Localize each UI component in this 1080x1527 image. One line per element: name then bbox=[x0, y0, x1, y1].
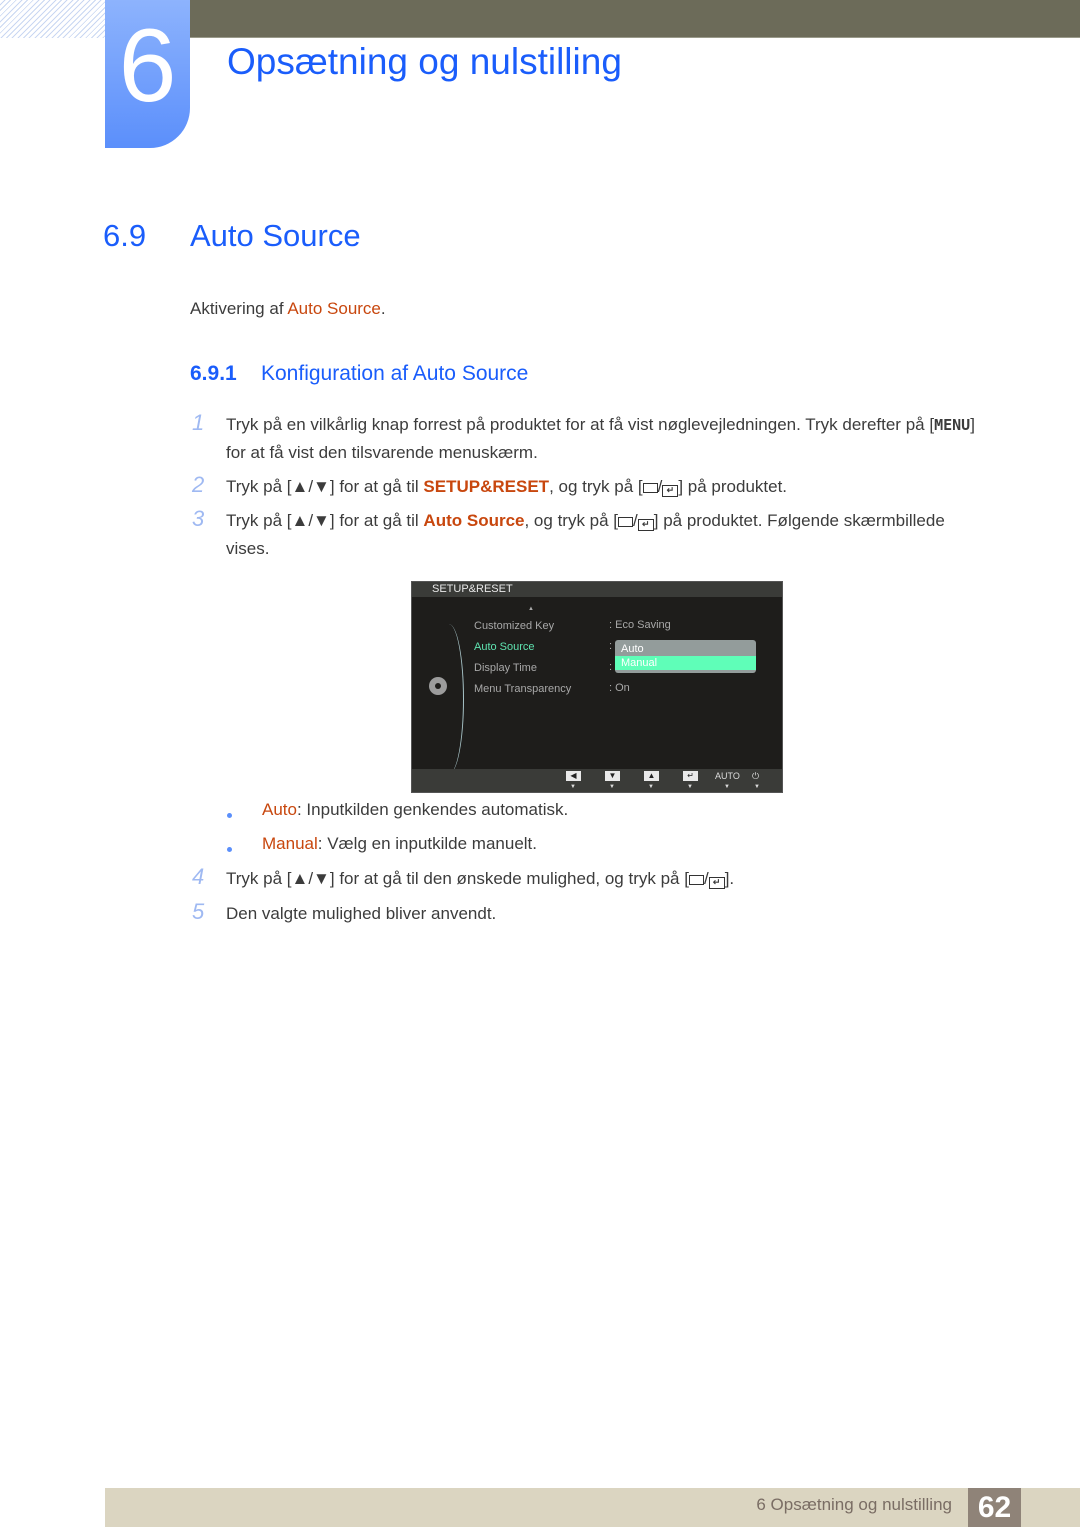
osd-item: Customized Key bbox=[474, 620, 555, 632]
bullet-item: Auto: Inputkilden genkendes automatisk. bbox=[262, 800, 568, 820]
gear-icon bbox=[429, 677, 447, 695]
chapter-title: Opsætning og nulstilling bbox=[227, 41, 622, 82]
step-text: Den valgte mulighed bliver anvendt. bbox=[226, 904, 497, 923]
left-button-icon: ◀ bbox=[566, 771, 581, 781]
step-2-mid: , og tryk på [ bbox=[549, 477, 643, 496]
step-text: Tryk på [▲/▼] for at gå til den ønskede … bbox=[226, 869, 735, 889]
section-title: Auto Source bbox=[190, 218, 361, 253]
step-3-mid: , og tryk på [ bbox=[524, 511, 619, 530]
osd-item-active: Auto Source bbox=[474, 641, 535, 653]
step-highlight: Auto Source bbox=[423, 511, 525, 530]
step-number: 5 bbox=[192, 899, 205, 924]
step-1-text: Tryk på en vilkårlig knap forrest på pro… bbox=[226, 415, 935, 434]
up-button-icon: ▲ bbox=[644, 771, 659, 781]
header-bar bbox=[190, 0, 1080, 38]
step-4-post: ]. bbox=[724, 869, 735, 888]
osd-arc bbox=[434, 624, 464, 774]
step-highlight: SETUP&RESET bbox=[423, 477, 550, 496]
intro-highlight: Auto Source bbox=[287, 299, 381, 318]
osd-option-manual: Manual bbox=[615, 656, 756, 670]
bullet-term: Manual bbox=[262, 834, 318, 853]
bracket: ] bbox=[970, 415, 975, 434]
bullet-icon bbox=[227, 847, 232, 852]
osd-scroll-up-icon: ▲ bbox=[528, 606, 534, 612]
step-4-text: Tryk på [▲/▼] for at gå til den ønskede … bbox=[226, 869, 689, 888]
intro-suffix: . bbox=[380, 299, 386, 318]
osd-value: : bbox=[609, 661, 613, 673]
step-number: 2 bbox=[192, 472, 205, 497]
step-number: 3 bbox=[192, 506, 205, 531]
auto-button-label: AUTO bbox=[715, 771, 740, 781]
down-button-icon: ▼ bbox=[605, 771, 620, 781]
subsection-number: 6.9.1 bbox=[190, 362, 237, 385]
chapter-number: 6 bbox=[118, 8, 177, 124]
bullet-desc: : Inputkilden genkendes automatisk. bbox=[296, 800, 569, 819]
intro-text: Aktivering af bbox=[190, 299, 288, 318]
source-icon bbox=[618, 517, 634, 527]
pointer-icon: ▼ bbox=[609, 784, 615, 790]
step-2-text: Tryk på [▲/▼] for at gå til bbox=[226, 477, 424, 496]
osd-item: Menu Transparency bbox=[474, 683, 572, 695]
osd-item: Display Time bbox=[474, 662, 537, 674]
osd-value: : Eco Saving bbox=[609, 619, 671, 631]
osd-value: : On bbox=[609, 682, 630, 694]
power-icon: ⏻ bbox=[752, 771, 760, 781]
step-text: Tryk på [▲/▼] for at gå til Auto Source,… bbox=[226, 511, 945, 531]
pointer-icon: ▼ bbox=[724, 784, 730, 790]
step-text: Tryk på en vilkårlig knap forrest på pro… bbox=[226, 415, 975, 435]
osd-header: SETUP&RESET bbox=[412, 582, 782, 597]
menu-key: MENU bbox=[934, 416, 971, 434]
osd-screenshot: SETUP&RESET ▲ Customized Key Auto Source… bbox=[411, 581, 783, 793]
step-3-post: ] på produktet. Følgende skærmbillede bbox=[653, 511, 945, 530]
step-number: 4 bbox=[192, 864, 205, 889]
footer-chapter-label: 6 Opsætning og nulstilling bbox=[756, 1495, 952, 1514]
pointer-icon: ▼ bbox=[754, 784, 760, 790]
source-icon bbox=[688, 875, 704, 885]
pointer-icon: ▼ bbox=[570, 784, 576, 790]
bullet-item: Manual: Vælg en inputkilde manuelt. bbox=[262, 834, 537, 854]
step-text-cont: for at få vist den tilsvarende menuskærm… bbox=[226, 443, 538, 462]
subsection-title: Konfiguration af Auto Source bbox=[261, 362, 529, 385]
enter-button-icon: ↵ bbox=[683, 771, 698, 781]
bullet-icon bbox=[227, 813, 232, 818]
osd-option-auto: Auto bbox=[621, 643, 644, 655]
bullet-desc: : Vælg en inputkilde manuelt. bbox=[317, 834, 538, 853]
step-3-text: Tryk på [▲/▼] for at gå til bbox=[226, 511, 424, 530]
osd-value: : bbox=[609, 640, 613, 652]
source-icon bbox=[642, 483, 658, 493]
section-number: 6.9 bbox=[103, 218, 147, 253]
step-number: 1 bbox=[192, 410, 205, 435]
bullet-term: Auto bbox=[262, 800, 297, 819]
enter-icon: ↵ bbox=[637, 519, 654, 531]
page-number: 62 bbox=[968, 1488, 1021, 1527]
chapter-tab: 6 bbox=[105, 0, 190, 148]
step-text: Tryk på [▲/▼] for at gå til SETUP&RESET,… bbox=[226, 477, 788, 497]
enter-icon: ↵ bbox=[662, 485, 679, 497]
step-2-post: ] på produktet. bbox=[678, 477, 788, 496]
pointer-icon: ▼ bbox=[687, 784, 693, 790]
section-intro: Aktivering af Auto Source. bbox=[190, 299, 386, 319]
decorative-hatch bbox=[0, 0, 105, 38]
osd-dropdown: Auto Manual bbox=[615, 640, 756, 673]
enter-icon: ↵ bbox=[708, 877, 725, 889]
pointer-icon: ▼ bbox=[648, 784, 654, 790]
step-text-cont: vises. bbox=[226, 539, 270, 558]
